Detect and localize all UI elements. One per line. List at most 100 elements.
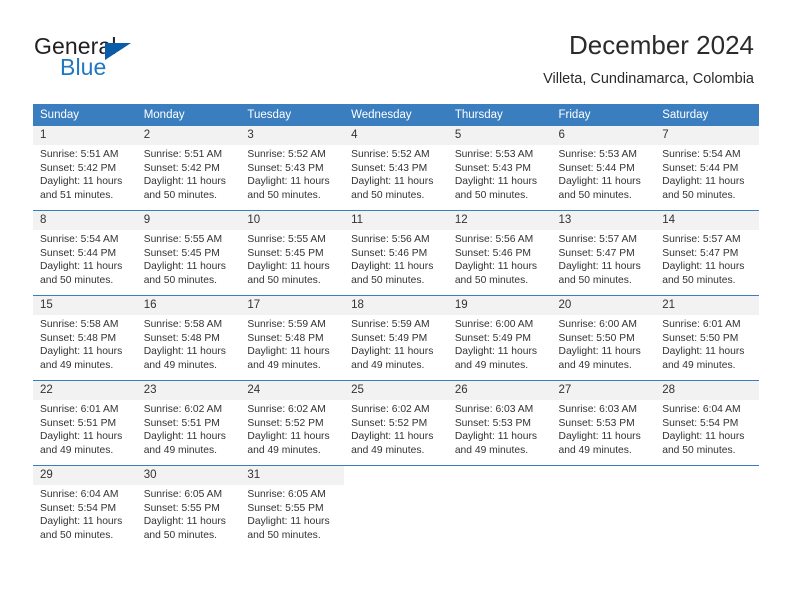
sunrise-text: Sunrise: 6:05 AM [247, 489, 326, 500]
day-details: Sunrise: 6:03 AM Sunset: 5:53 PM Daylight:… [448, 400, 552, 457]
day-details: Sunrise: 5:52 AM Sunset: 5:43 PM Daylight:… [344, 145, 448, 202]
day-cell[interactable]: 13 Sunrise: 5:57 AM Sunset: 5:47 PM Dayligh… [551, 210, 656, 296]
weekday-header-row: Sunday Monday Tuesday Wednesday Thursday… [33, 104, 759, 126]
day-details: Sunrise: 6:04 AM Sunset: 5:54 PM Daylight:… [655, 400, 759, 457]
day-number: 23 [136, 381, 241, 400]
sunrise-text: Sunrise: 5:58 AM [143, 319, 223, 330]
day-number: 5 [447, 126, 552, 145]
day-cell[interactable]: 7 Sunrise: 5:54 AM Sunset: 5:44 PM Daylight… [655, 126, 759, 211]
day-details: Sunrise: 5:56 AM Sunset: 5:46 PM Daylight:… [344, 230, 448, 287]
day-details: Sunrise: 6:01 AM Sunset: 5:50 PM Daylight:… [655, 315, 759, 372]
day-details: Sunrise: 6:05 AM Sunset: 5:55 PM Daylight:… [137, 485, 241, 542]
daylight-text: Daylight: 11 hours and 50 minutes. [351, 176, 434, 201]
day-number: 17 [240, 296, 345, 315]
day-cell[interactable]: 11 Sunrise: 5:56 AM Sunset: 5:46 PM Dayligh… [344, 210, 448, 296]
day-cell[interactable]: 6 Sunrise: 5:53 AM Sunset: 5:44 PM Daylight… [551, 126, 656, 211]
day-cell-empty [344, 465, 448, 550]
day-cell[interactable]: 19 Sunrise: 6:00 AM Sunset: 5:49 PM Dayligh… [447, 295, 552, 381]
day-cell[interactable]: 27 Sunrise: 6:03 AM Sunset: 5:53 PM Dayligh… [551, 380, 656, 466]
daylight-text: Daylight: 11 hours and 50 minutes. [40, 516, 123, 541]
daylight-text: Daylight: 11 hours and 49 minutes. [40, 431, 123, 456]
day-details: Sunrise: 6:03 AM Sunset: 5:53 PM Daylight:… [552, 400, 656, 457]
day-number: 21 [655, 296, 759, 315]
day-cell[interactable]: 10 Sunrise: 5:55 AM Sunset: 5:45 PM Dayligh… [240, 210, 345, 296]
day-cell[interactable]: 21 Sunrise: 6:01 AM Sunset: 5:50 PM Dayligh… [655, 295, 759, 381]
daylight-text: Daylight: 11 hours and 49 minutes. [558, 346, 641, 371]
daylight-text: Daylight: 11 hours and 50 minutes. [662, 176, 745, 201]
day-details: Sunrise: 6:02 AM Sunset: 5:51 PM Daylight:… [137, 400, 241, 457]
day-details: Sunrise: 5:57 AM Sunset: 5:47 PM Daylight:… [655, 230, 759, 287]
day-details: Sunrise: 6:02 AM Sunset: 5:52 PM Daylight:… [344, 400, 448, 457]
daylight-text: Daylight: 11 hours and 49 minutes. [454, 431, 538, 456]
general-blue-logo[interactable]: General Blue [34, 33, 214, 85]
day-number [551, 466, 656, 485]
sunset-text: Sunset: 5:48 PM [247, 332, 324, 344]
day-cell[interactable]: 30 Sunrise: 6:05 AM Sunset: 5:55 PM Dayligh… [136, 465, 241, 550]
sunset-text: Sunset: 5:43 PM [247, 162, 324, 174]
daylight-text: Daylight: 11 hours and 50 minutes. [247, 516, 330, 541]
daylight-text: Daylight: 11 hours and 50 minutes. [247, 176, 330, 201]
day-cell[interactable]: 9 Sunrise: 5:55 AM Sunset: 5:45 PM Daylight… [136, 210, 241, 296]
sunrise-text: Sunrise: 6:00 AM [558, 319, 637, 330]
day-details: Sunrise: 5:51 AM Sunset: 5:42 PM Daylight:… [33, 145, 137, 202]
day-number: 15 [33, 296, 137, 315]
day-cell[interactable]: 20 Sunrise: 6:00 AM Sunset: 5:50 PM Dayligh… [551, 295, 656, 381]
day-cell[interactable]: 29 Sunrise: 6:04 AM Sunset: 5:54 PM Dayligh… [33, 465, 137, 550]
day-cell[interactable]: 15 Sunrise: 5:58 AM Sunset: 5:48 PM Dayligh… [33, 295, 137, 381]
day-cell[interactable]: 2 Sunrise: 5:51 AM Sunset: 5:42 PM Daylight… [136, 126, 241, 211]
weekday-header-sunday: Sunday [33, 104, 137, 126]
day-details: Sunrise: 5:54 AM Sunset: 5:44 PM Daylight:… [33, 230, 137, 287]
daylight-text: Daylight: 11 hours and 49 minutes. [558, 431, 641, 456]
sunset-text: Sunset: 5:51 PM [143, 417, 220, 429]
day-number: 10 [240, 211, 345, 230]
sunset-text: Sunset: 5:53 PM [454, 417, 531, 429]
day-cell[interactable]: 23 Sunrise: 6:02 AM Sunset: 5:51 PM Dayligh… [136, 380, 241, 466]
sunrise-text: Sunrise: 5:54 AM [662, 149, 741, 160]
weekday-header-thursday: Thursday [447, 104, 552, 126]
day-cell[interactable]: 16 Sunrise: 5:58 AM Sunset: 5:48 PM Dayligh… [136, 295, 241, 381]
day-cell[interactable]: 24 Sunrise: 6:02 AM Sunset: 5:52 PM Dayligh… [240, 380, 345, 466]
sunset-text: Sunset: 5:50 PM [558, 332, 635, 344]
day-cell[interactable]: 17 Sunrise: 5:59 AM Sunset: 5:48 PM Dayligh… [240, 295, 345, 381]
sunrise-text: Sunrise: 6:04 AM [662, 404, 741, 415]
sunset-text: Sunset: 5:45 PM [143, 247, 220, 259]
day-cell[interactable]: 14 Sunrise: 5:57 AM Sunset: 5:47 PM Dayligh… [655, 210, 759, 296]
sunset-text: Sunset: 5:47 PM [558, 247, 635, 259]
sunset-text: Sunset: 5:46 PM [351, 247, 428, 259]
sunset-text: Sunset: 5:54 PM [662, 417, 739, 429]
day-cell[interactable]: 8 Sunrise: 5:54 AM Sunset: 5:44 PM Daylight… [33, 210, 137, 296]
sunset-text: Sunset: 5:52 PM [247, 417, 324, 429]
day-number: 7 [655, 126, 759, 145]
weekday-header-saturday: Saturday [655, 104, 759, 126]
week-row: 15 Sunrise: 5:58 AM Sunset: 5:48 PM Dayligh… [33, 295, 759, 381]
sunset-text: Sunset: 5:42 PM [143, 162, 220, 174]
week-row: 8 Sunrise: 5:54 AM Sunset: 5:44 PM Daylight… [33, 210, 759, 296]
day-number: 31 [240, 466, 345, 485]
day-number: 8 [33, 211, 137, 230]
location-subtitle: Villeta, Cundinamarca, Colombia [543, 71, 754, 87]
daylight-text: Daylight: 11 hours and 49 minutes. [40, 346, 123, 371]
sunrise-text: Sunrise: 6:03 AM [454, 404, 534, 415]
weekday-header-wednesday: Wednesday [344, 104, 448, 126]
sunrise-text: Sunrise: 6:01 AM [662, 319, 741, 330]
sunrise-text: Sunrise: 6:02 AM [351, 404, 430, 415]
weekday-header-monday: Monday [136, 104, 241, 126]
day-cell[interactable]: 28 Sunrise: 6:04 AM Sunset: 5:54 PM Dayligh… [655, 380, 759, 466]
day-cell[interactable]: 25 Sunrise: 6:02 AM Sunset: 5:52 PM Dayligh… [344, 380, 448, 466]
day-cell[interactable]: 26 Sunrise: 6:03 AM Sunset: 5:53 PM Dayligh… [447, 380, 552, 466]
day-cell[interactable]: 18 Sunrise: 5:59 AM Sunset: 5:49 PM Dayligh… [344, 295, 448, 381]
day-number: 19 [447, 296, 552, 315]
day-details: Sunrise: 6:04 AM Sunset: 5:54 PM Daylight:… [33, 485, 137, 542]
day-cell[interactable]: 22 Sunrise: 6:01 AM Sunset: 5:51 PM Dayligh… [33, 380, 137, 466]
day-cell[interactable]: 31 Sunrise: 6:05 AM Sunset: 5:55 PM Dayligh… [240, 465, 345, 550]
daylight-text: Daylight: 11 hours and 50 minutes. [558, 261, 641, 286]
day-cell[interactable]: 5 Sunrise: 5:53 AM Sunset: 5:43 PM Daylight… [447, 126, 552, 211]
day-cell[interactable]: 1 Sunrise: 5:51 AM Sunset: 5:42 PM Daylight… [33, 126, 137, 211]
day-cell[interactable]: 12 Sunrise: 5:56 AM Sunset: 5:46 PM Dayligh… [447, 210, 552, 296]
day-cell[interactable]: 4 Sunrise: 5:52 AM Sunset: 5:43 PM Daylight… [344, 126, 448, 211]
day-number: 25 [344, 381, 448, 400]
day-details: Sunrise: 5:55 AM Sunset: 5:45 PM Daylight:… [240, 230, 344, 287]
day-number: 13 [551, 211, 656, 230]
day-cell[interactable]: 3 Sunrise: 5:52 AM Sunset: 5:43 PM Daylight… [240, 126, 345, 211]
daylight-text: Daylight: 11 hours and 50 minutes. [558, 176, 641, 201]
